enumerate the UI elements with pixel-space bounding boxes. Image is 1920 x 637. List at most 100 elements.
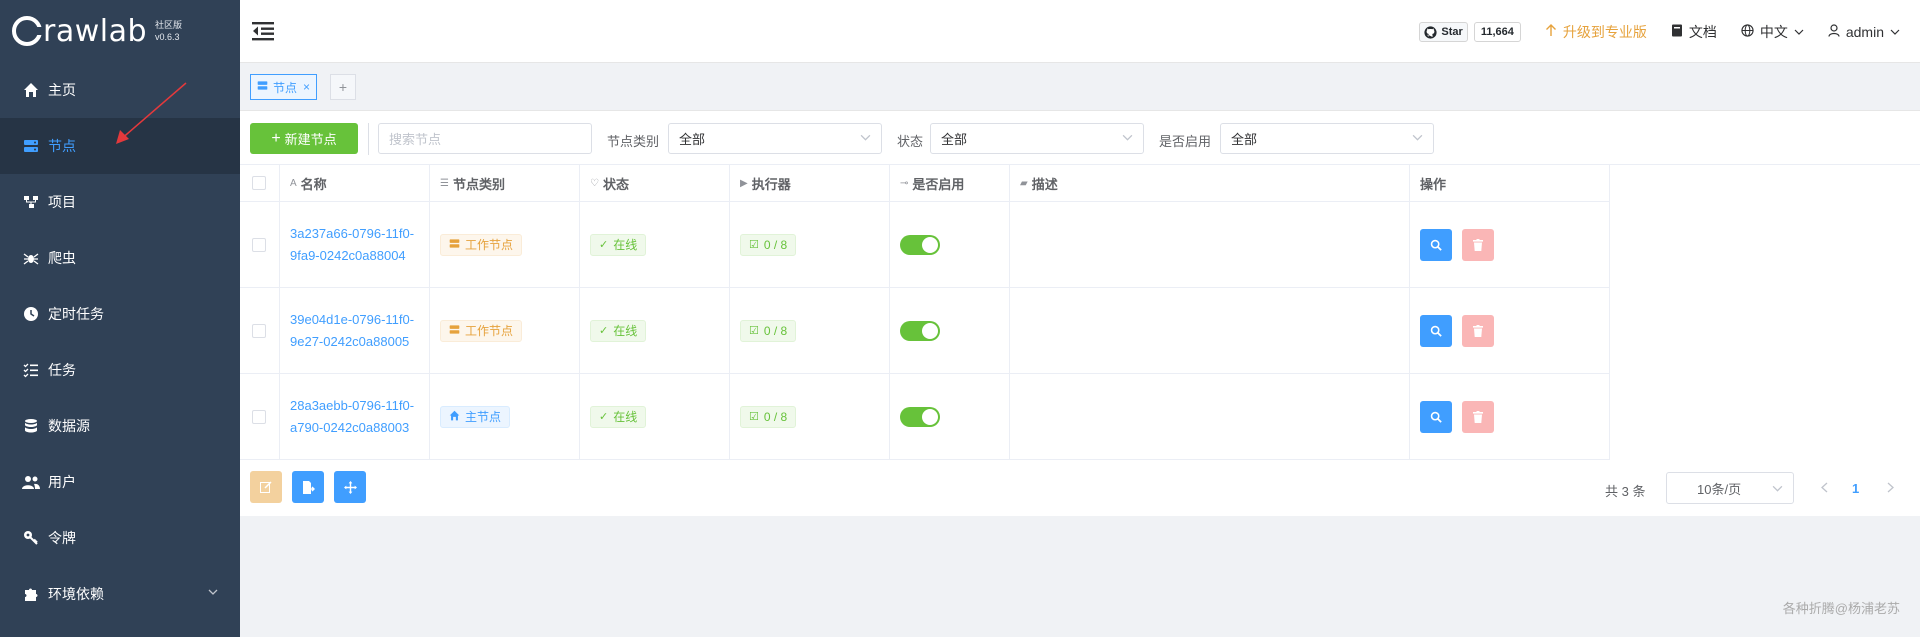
enabled-switch[interactable] [900,320,940,341]
row-checkbox[interactable] [252,323,266,338]
column-header-type[interactable]: ☰ 节点类别 [430,165,580,201]
node-type-label: 工作节点 [465,238,514,252]
export-button[interactable] [292,471,324,503]
node-type-label: 主节点 [465,410,502,424]
spider-icon [22,249,40,267]
row-checkbox[interactable] [252,237,266,252]
node-name-link[interactable]: 28a3aebb-0796-11f0-a790-0242c0a88003 [290,395,418,439]
status-label: 在线 [613,410,638,424]
check-square-icon: ☑ [749,325,759,337]
next-page-button[interactable] [1886,481,1895,496]
annotation-arrow-icon [116,82,187,144]
page-number-current[interactable]: 1 [1852,481,1859,496]
new-node-button[interactable]: + 新建节点 [250,123,358,154]
sidebar-item-dependencies[interactable]: 环境依赖 [0,566,240,622]
row-checkbox[interactable] [252,409,266,424]
docs-link[interactable]: 文档 [1671,22,1717,42]
sidebar-item-spiders[interactable]: 爬虫 [0,230,240,286]
trash-icon [1473,410,1483,423]
github-star-count[interactable]: 11,664 [1473,22,1521,42]
column-label: 名称 [300,176,327,192]
node-name-link[interactable]: 39e04d1e-0796-11f0-9e27-0242c0a88005 [290,309,418,353]
column-header-name[interactable]: A 名称 [280,165,430,201]
view-button[interactable] [1420,314,1452,347]
type-cell: 工作节点 [430,288,580,373]
name-cell: 28a3aebb-0796-11f0-a790-0242c0a88003 [280,374,430,459]
search-icon [1430,411,1442,423]
enabled-switch[interactable] [900,234,940,255]
filter-enabled-value: 全部 [1231,132,1258,147]
executors-cell: ☑ 0 / 8 [730,374,890,459]
column-header-description[interactable]: ▰ 描述 [1010,165,1410,201]
filter-type-select[interactable]: 全部 [668,123,882,154]
main-area: + 新建节点 搜索节点 节点类别 全部 状态 全部 是否启用 全部 A 名称 ☰… [240,111,1920,637]
column-header-enabled[interactable]: ⊸ 是否启用 [890,165,1010,201]
sidebar-item-tasks[interactable]: 任务 [0,342,240,398]
sidebar-item-label: 项目 [48,194,76,210]
sidebar-item-schedules[interactable]: 定时任务 [0,286,240,342]
total-count: 共 3 条 [1605,484,1646,499]
sidebar-item-datasources[interactable]: 数据源 [0,398,240,454]
sidebar-item-users[interactable]: 用户 [0,454,240,510]
type-cell: 工作节点 [430,202,580,287]
page-size-select[interactable]: 10条/页 [1666,472,1794,504]
arrows-move-icon [343,480,357,494]
sidebar-item-label: 环境依赖 [48,586,104,602]
home-icon [22,81,40,99]
new-node-label: 新建节点 [284,132,337,147]
database-icon [22,417,40,435]
chevron-down-icon [860,132,871,146]
collapse-sidebar-icon[interactable] [252,21,274,41]
puzzle-icon [22,585,40,603]
close-icon[interactable]: × [303,80,310,94]
file-export-icon [302,480,315,494]
filter-enabled-select[interactable]: 全部 [1220,123,1434,154]
chevron-down-icon[interactable] [208,586,218,600]
description-cell [1010,374,1410,459]
sidebar-item-label: 定时任务 [48,306,104,322]
search-input[interactable]: 搜索节点 [378,123,592,154]
tab-nodes[interactable]: 节点 × [250,74,318,100]
delete-button[interactable] [1462,400,1494,433]
sidebar-item-tokens[interactable]: 令牌 [0,510,240,566]
name-cell: 3a237a66-0796-11f0-9fa9-0242c0a88004 [280,202,430,287]
type-cell: 主节点 [430,374,580,459]
add-tab-button[interactable]: + [330,74,356,100]
column-header-executors[interactable]: ▶ 执行器 [730,165,890,201]
prev-page-button[interactable] [1820,481,1829,496]
select-all-checkbox[interactable] [252,176,266,190]
tabs-bar: 节点 × + [240,63,1920,111]
row-checkbox-cell [240,202,280,287]
user-menu[interactable]: admin [1828,24,1900,40]
column-header-status[interactable]: ♡ 状态 [580,165,730,201]
sidebar-item-projects[interactable]: 项目 [0,174,240,230]
language-selector[interactable]: 中文 [1741,22,1804,42]
upgrade-link[interactable]: 升级到专业版 [1545,22,1647,42]
enabled-cell [890,202,1010,287]
check-icon: ✓ [599,239,609,251]
status-tag: ✓ 在线 [590,233,647,256]
description-cell [1010,288,1410,373]
view-button[interactable] [1420,228,1452,261]
view-button[interactable] [1420,400,1452,433]
trash-icon [1473,324,1483,337]
node-name-link[interactable]: 3a237a66-0796-11f0-9fa9-0242c0a88004 [290,223,418,267]
enabled-switch[interactable] [900,406,940,427]
delete-button[interactable] [1462,228,1494,261]
batch-edit-button[interactable] [250,471,282,503]
chevron-down-icon [1890,24,1900,40]
language-label: 中文 [1759,24,1788,40]
trash-icon [1473,238,1483,251]
status-label: 在线 [613,324,638,338]
logo[interactable]: rawlab 社区版 v0.6.3 [0,0,240,62]
header-actions: Star 11,664 升级到专业版 文档 中文 admin [1419,20,1900,44]
filter-status-select[interactable]: 全部 [930,123,1144,154]
move-button[interactable] [334,471,366,503]
chevron-left-icon [1821,482,1828,493]
server-icon [22,137,40,155]
delete-button[interactable] [1462,314,1494,347]
sidebar-item-label: 令牌 [48,530,76,546]
github-star-button[interactable]: Star [1419,22,1468,42]
check-square-icon: ☑ [749,411,759,423]
comment-icon: ▰ [1020,177,1028,189]
